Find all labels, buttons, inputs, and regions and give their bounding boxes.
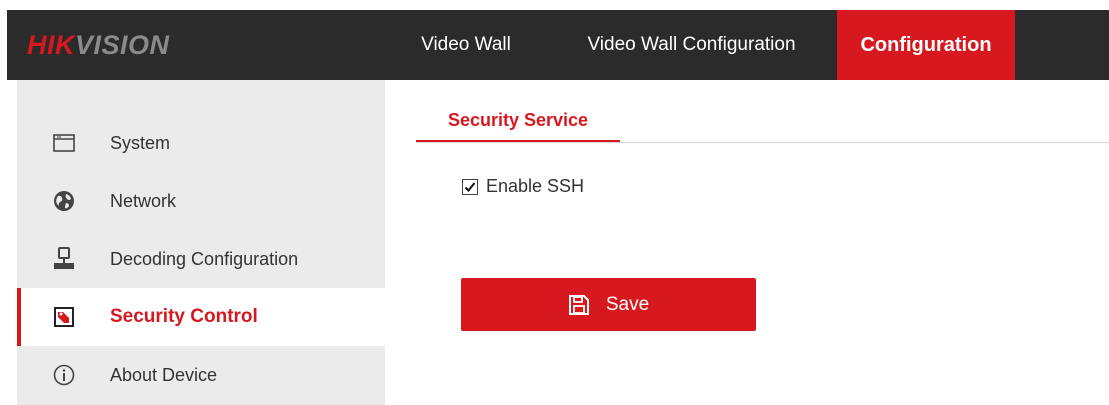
sidebar-item-label: Security Control — [110, 306, 258, 327]
sidebar-item-label: System — [110, 132, 171, 153]
globe-icon — [52, 189, 76, 213]
brand-logo: HIK VISION — [7, 10, 386, 80]
info-icon — [52, 363, 76, 387]
security-icon — [52, 305, 76, 329]
tab-security-service[interactable]: Security Service — [416, 101, 620, 143]
sidebar-item-security-control[interactable]: Security Control — [17, 288, 385, 346]
nav-configuration[interactable]: Configuration — [837, 10, 1015, 80]
enable-ssh-label: Enable SSH — [486, 176, 585, 196]
brand-logo-part2: VISION — [75, 29, 170, 60]
sidebar-item-system[interactable]: System — [17, 114, 385, 172]
sidebar: System Network Decoding Configuration Se… — [17, 80, 385, 405]
sidebar-item-decoding-configuration[interactable]: Decoding Configuration — [17, 230, 385, 288]
top-bar: HIK VISION Video Wall Video Wall Configur… — [7, 10, 1109, 80]
nav-video-wall-configuration[interactable]: Video Wall Configuration — [546, 10, 837, 80]
top-nav: Video Wall Video Wall Configuration Conf… — [386, 10, 1109, 80]
enable-ssh-row: Enable SSH — [462, 176, 584, 197]
sidebar-item-label: About Device — [110, 364, 218, 385]
save-button[interactable]: Save — [461, 278, 756, 331]
checkmark-icon — [464, 181, 476, 192]
sidebar-item-network[interactable]: Network — [17, 172, 385, 230]
nav-video-wall[interactable]: Video Wall — [386, 10, 546, 80]
window-icon — [52, 131, 76, 155]
save-button-label: Save — [605, 293, 650, 315]
floppy-disk-icon — [568, 294, 590, 316]
brand-logo-part1: HIK — [27, 29, 75, 60]
sidebar-item-about-device[interactable]: About Device — [17, 346, 385, 404]
enable-ssh-checkbox[interactable] — [462, 178, 478, 195]
tab-divider — [416, 142, 1109, 143]
sidebar-item-label: Decoding Configuration — [110, 248, 299, 269]
user-config-icon — [52, 247, 76, 271]
sidebar-item-label: Network — [110, 190, 177, 211]
